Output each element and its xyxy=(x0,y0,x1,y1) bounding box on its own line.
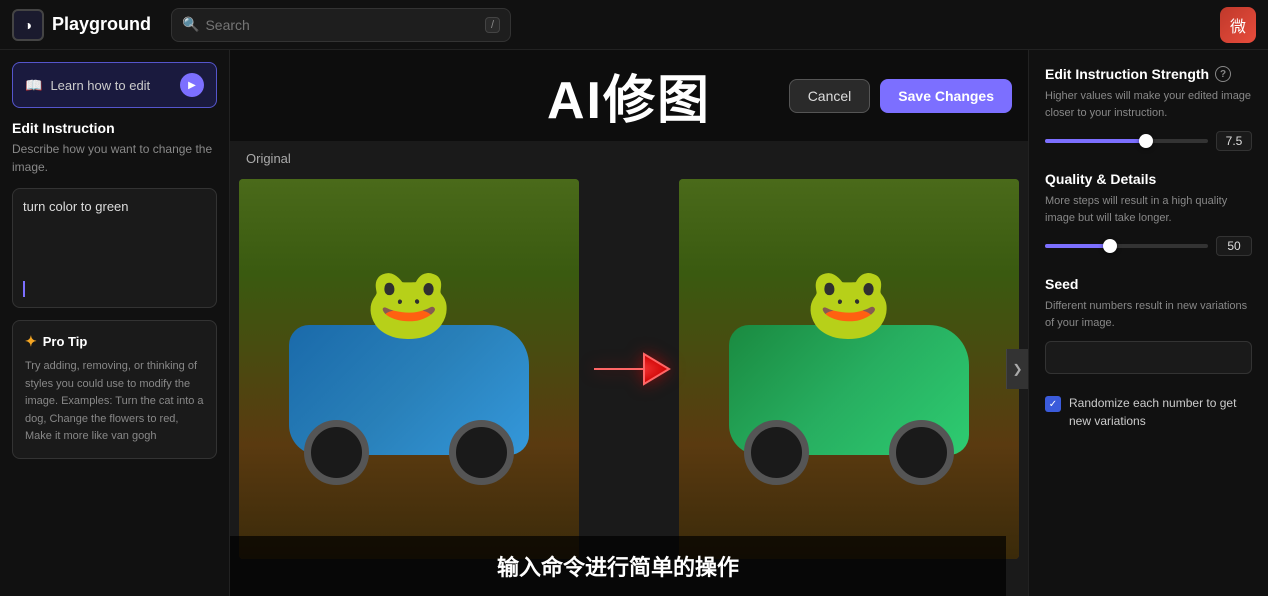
strength-slider-thumb xyxy=(1139,134,1153,148)
image-area: Original 🐸 xyxy=(230,141,1028,596)
strength-slider-fill xyxy=(1045,139,1146,143)
avatar[interactable]: 微 xyxy=(1220,7,1256,43)
edit-instruction-title: Edit Instruction xyxy=(12,120,217,136)
randomize-row: ✓ Randomize each number to get new varia… xyxy=(1045,394,1252,430)
edit-instruction-section: Edit Instruction Describe how you want t… xyxy=(12,120,217,176)
learn-btn-left: 📖 Learn how to edit xyxy=(25,77,150,94)
image-subtitle: 输入命令进行简单的操作 xyxy=(230,536,1006,596)
search-bar[interactable]: 🔍 / xyxy=(171,8,511,42)
pro-tip-header: ✦ Pro Tip xyxy=(25,333,204,350)
pro-tip-label: Pro Tip xyxy=(43,334,88,349)
randomize-label: Randomize each number to get new variati… xyxy=(1069,394,1252,430)
cancel-button[interactable]: Cancel xyxy=(789,79,871,113)
page-title: AI修图 xyxy=(547,58,711,133)
strength-slider-row: 7.5 xyxy=(1045,131,1252,151)
quality-slider-row: 50 xyxy=(1045,236,1252,256)
quality-desc: More steps will result in a high quality… xyxy=(1045,193,1252,226)
header-buttons: Cancel Save Changes xyxy=(789,79,1012,113)
strength-value: 7.5 xyxy=(1216,131,1252,151)
collapse-panel-button[interactable]: ❯ xyxy=(1006,349,1028,389)
text-cursor xyxy=(23,281,25,297)
quality-slider-fill xyxy=(1045,244,1110,248)
main-layout: 📖 Learn how to edit ▶ Edit Instruction D… xyxy=(0,50,1268,596)
seed-title: Seed xyxy=(1045,276,1252,292)
center-content: AI修图 Cancel Save Changes Original 🐸 xyxy=(230,50,1028,596)
arrow-container xyxy=(579,334,679,404)
quality-section: Quality & Details More steps will result… xyxy=(1045,171,1252,256)
instruction-textarea[interactable]: turn color to green xyxy=(12,188,217,308)
strength-section: Edit Instruction Strength ? Higher value… xyxy=(1045,66,1252,151)
play-icon: ▶ xyxy=(180,73,204,97)
search-icon: 🔍 xyxy=(182,16,199,33)
image-pair: 🐸 xyxy=(230,141,1028,596)
seed-section: Seed Different numbers result in new var… xyxy=(1045,276,1252,374)
original-label: Original xyxy=(246,151,291,166)
star-icon: ✦ xyxy=(25,333,37,350)
strength-title: Edit Instruction Strength ? xyxy=(1045,66,1252,82)
edit-instruction-desc: Describe how you want to change the imag… xyxy=(12,140,217,176)
book-icon: 📖 xyxy=(25,77,42,94)
save-changes-button[interactable]: Save Changes xyxy=(880,79,1012,113)
center-header: AI修图 Cancel Save Changes xyxy=(230,50,1028,141)
instruction-value: turn color to green xyxy=(23,199,129,214)
logo-icon: ◑ xyxy=(12,9,44,41)
topbar: ◑ Playground 🔍 / 微 xyxy=(0,0,1268,50)
strength-slider-track[interactable] xyxy=(1045,139,1208,143)
learn-btn-label: Learn how to edit xyxy=(50,78,150,93)
quality-title: Quality & Details xyxy=(1045,171,1252,187)
quality-slider-thumb xyxy=(1103,239,1117,253)
topbar-right: 微 xyxy=(1220,7,1256,43)
quality-value: 50 xyxy=(1216,236,1252,256)
left-sidebar: 📖 Learn how to edit ▶ Edit Instruction D… xyxy=(0,50,230,596)
learn-how-to-edit-button[interactable]: 📖 Learn how to edit ▶ xyxy=(12,62,217,108)
edited-image: 🐸 xyxy=(679,179,1019,559)
logo-text: Playground xyxy=(52,14,151,35)
arrow-icon xyxy=(584,334,674,404)
pro-tip-text: Try adding, removing, or thinking of sty… xyxy=(25,358,204,446)
pro-tip-box: ✦ Pro Tip Try adding, removing, or think… xyxy=(12,320,217,459)
comparison-images: 🐸 xyxy=(230,141,1028,596)
seed-input[interactable] xyxy=(1045,341,1252,374)
strength-desc: Higher values will make your edited imag… xyxy=(1045,88,1252,121)
search-input[interactable] xyxy=(205,17,479,33)
original-image: 🐸 xyxy=(239,179,579,559)
seed-desc: Different numbers result in new variatio… xyxy=(1045,298,1252,331)
right-sidebar: Edit Instruction Strength ? Higher value… xyxy=(1028,50,1268,596)
search-shortcut: / xyxy=(485,17,500,33)
strength-info-icon[interactable]: ? xyxy=(1215,66,1231,82)
quality-slider-track[interactable] xyxy=(1045,244,1208,248)
logo: ◑ Playground xyxy=(12,9,151,41)
randomize-checkbox[interactable]: ✓ xyxy=(1045,396,1061,412)
